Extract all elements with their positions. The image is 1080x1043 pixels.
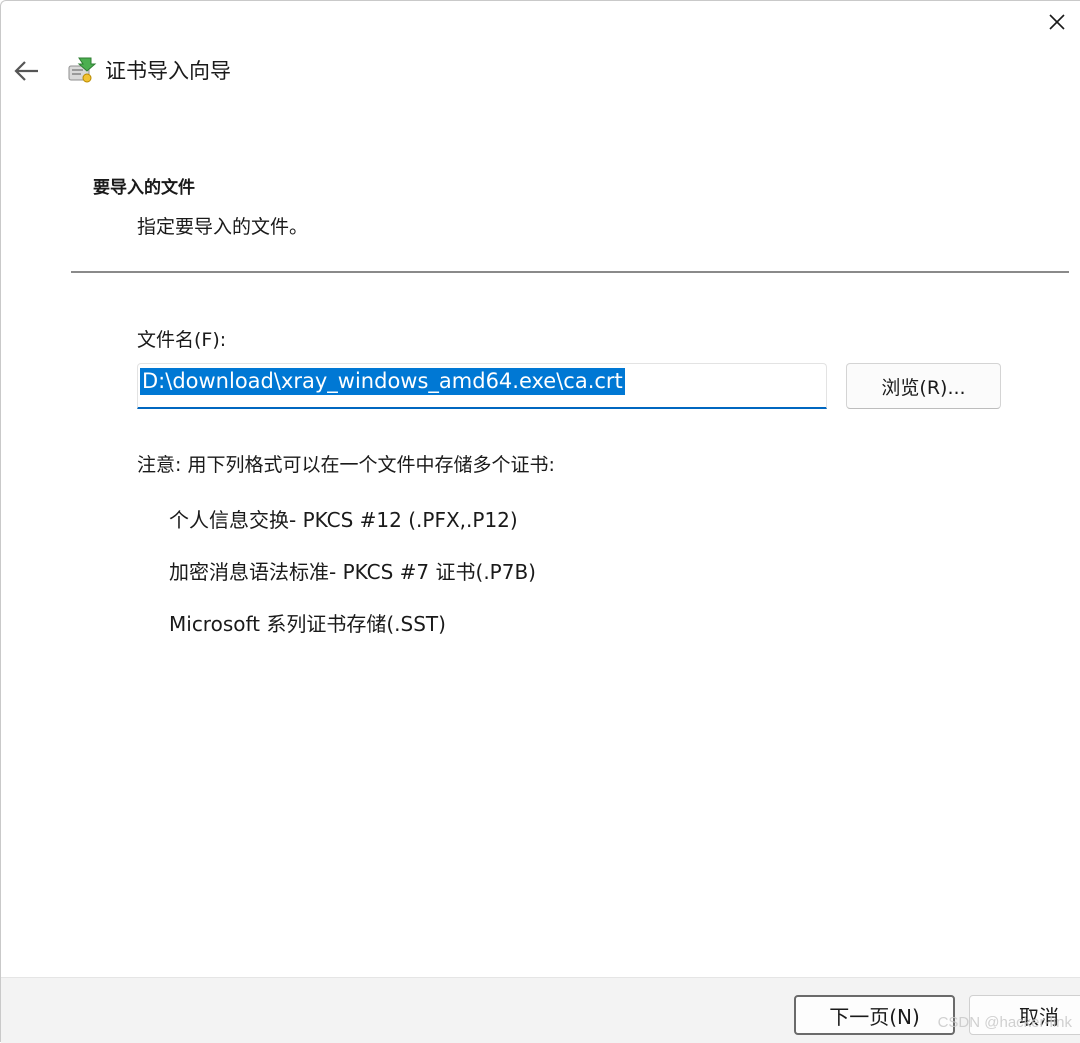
- file-name-value: D:\download\xray_windows_amd64.exe\ca.cr…: [140, 368, 625, 395]
- certificate-wizard-icon: [68, 57, 97, 83]
- header-divider: [71, 271, 1069, 273]
- format-note: 注意: 用下列格式可以在一个文件中存储多个证书:: [137, 454, 555, 476]
- close-icon: [1049, 14, 1065, 30]
- format-item-pfx: 个人信息交换- PKCS #12 (.PFX,.P12): [169, 508, 518, 532]
- file-name-input[interactable]: D:\download\xray_windows_amd64.exe\ca.cr…: [137, 363, 827, 409]
- format-item-p7b: 加密消息语法标准- PKCS #7 证书(.P7B): [169, 560, 536, 584]
- close-button[interactable]: [1034, 1, 1080, 43]
- file-name-label: 文件名(F):: [137, 329, 227, 351]
- page-subheading: 指定要导入的文件。: [137, 216, 309, 238]
- watermark: CSDN @hacker-link: [937, 1014, 1072, 1031]
- wizard-title: 证书导入向导: [105, 59, 231, 83]
- wizard-footer: 下一页(N) 取消: [1, 977, 1080, 1043]
- back-button[interactable]: [7, 51, 47, 91]
- page-heading: 要导入的文件: [93, 178, 195, 198]
- browse-button[interactable]: 浏览(R)...: [846, 363, 1001, 409]
- format-item-sst: Microsoft 系列证书存储(.SST): [169, 612, 446, 636]
- back-arrow-icon: [14, 61, 38, 81]
- certificate-import-wizard-window: 证书导入向导 要导入的文件 指定要导入的文件。 文件名(F): D:\downl…: [0, 0, 1080, 1043]
- next-button[interactable]: 下一页(N): [794, 995, 955, 1035]
